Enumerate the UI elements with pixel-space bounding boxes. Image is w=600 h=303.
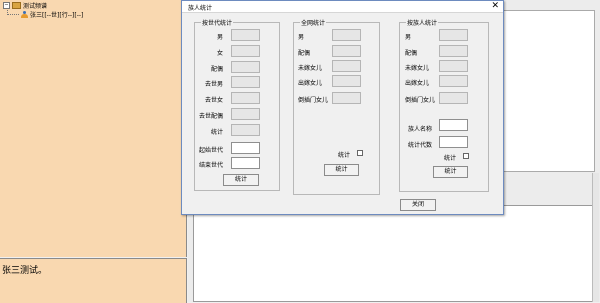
male-label: 男	[405, 34, 412, 41]
stat-check-label: 统计	[444, 155, 457, 162]
deceased-male-field	[231, 76, 260, 88]
generation-stat-button[interactable]: 统计	[223, 174, 259, 186]
male-count-field	[439, 29, 468, 41]
deceased-female-label: 去世女	[204, 97, 223, 104]
unmarried-daughter-label: 未嫁女儿	[298, 65, 323, 72]
start-gen-input[interactable]	[231, 142, 260, 154]
all-stats-group: 全网统计 男 配偶 未嫁女儿 出嫁女儿 倒插门女儿 统计 统计	[293, 18, 380, 195]
male-label: 男	[216, 34, 223, 41]
deceased-female-field	[231, 92, 260, 104]
notes-text: 张三测试。	[2, 266, 48, 276]
married-daughter-field	[332, 75, 361, 87]
notes-pane[interactable]: 张三测试。	[0, 258, 187, 303]
stat-checkbox[interactable]	[463, 153, 469, 159]
dialog-titlebar[interactable]: 族人统计 ✕	[182, 1, 503, 13]
group-title: 按族人统计	[406, 18, 439, 27]
person-name-input[interactable]	[439, 119, 468, 131]
detail-panel[interactable]	[498, 10, 595, 172]
female-count-field	[231, 45, 260, 57]
male-count-field	[231, 29, 260, 41]
spouse-count-field	[332, 45, 361, 57]
close-icon[interactable]: ✕	[491, 1, 499, 12]
person-stats-group: 按族人统计 男 配偶 未嫁女儿 出嫁女儿 倒插门女儿 族人名称 统计代数 统计 …	[399, 18, 489, 192]
person-icon	[21, 10, 28, 19]
total-label: 统计	[210, 129, 223, 136]
deceased-spouse-label: 去世配偶	[198, 113, 223, 120]
spouse-count-field	[231, 61, 260, 73]
married-daughter-label: 出嫁女儿	[405, 80, 430, 87]
adopted-daughter-label: 倒插门女儿	[405, 97, 436, 104]
male-count-field	[332, 29, 361, 41]
adopted-daughter-label: 倒插门女儿	[298, 97, 329, 104]
stats-dialog: 族人统计 ✕ 按世代统计 男 女 配偶 去世男 去世女 去世配偶 统计 起始世代…	[181, 0, 504, 215]
deceased-spouse-field	[231, 108, 260, 120]
end-gen-input[interactable]	[231, 157, 260, 169]
deceased-male-label: 去世男	[204, 81, 223, 88]
unmarried-daughter-field	[439, 60, 468, 72]
married-daughter-label: 出嫁女儿	[298, 80, 323, 87]
tree-pane[interactable]: − 测试频谱 张三[[--世][行--][--]	[0, 0, 187, 257]
all-stat-button[interactable]: 统计	[324, 164, 359, 176]
stat-checkbox[interactable]	[357, 150, 363, 156]
scrollbar[interactable]	[592, 173, 599, 302]
tree-child-item[interactable]: 张三[[--世][行--][--]	[21, 10, 83, 19]
total-field	[231, 124, 260, 136]
person-name-label: 族人名称	[408, 126, 433, 133]
male-label: 男	[298, 34, 305, 41]
group-title: 全网统计	[300, 18, 327, 27]
folder-icon	[12, 2, 21, 9]
person-stat-button[interactable]: 统计	[433, 166, 468, 178]
married-daughter-field	[439, 75, 468, 87]
content-panel[interactable]	[193, 205, 595, 302]
female-label: 女	[216, 50, 223, 57]
close-button[interactable]: 关闭	[400, 199, 436, 211]
stat-generations-label: 统计代数	[408, 142, 433, 149]
stat-generations-input[interactable]	[439, 136, 468, 148]
unmarried-daughter-field	[332, 60, 361, 72]
start-gen-label: 起始世代	[198, 147, 223, 154]
tree-root-item[interactable]: − 测试频谱	[3, 1, 47, 10]
spouse-label: 配偶	[405, 50, 418, 57]
adopted-daughter-field	[439, 92, 468, 104]
tree-connector	[7, 14, 19, 16]
generation-stats-group: 按世代统计 男 女 配偶 去世男 去世女 去世配偶 统计 起始世代 结束世代 统…	[194, 18, 280, 191]
group-title: 按世代统计	[201, 18, 234, 27]
adopted-daughter-field	[332, 92, 361, 104]
unmarried-daughter-label: 未嫁女儿	[405, 65, 430, 72]
dialog-title: 族人统计	[188, 5, 213, 12]
tree-root-label: 测试频谱	[23, 3, 48, 10]
stat-check-label: 统计	[338, 152, 351, 159]
end-gen-label: 结束世代	[198, 162, 223, 169]
spouse-label: 配偶	[210, 66, 223, 73]
spouse-count-field	[439, 45, 468, 57]
spouse-label: 配偶	[298, 50, 311, 57]
tree-child-label: 张三[[--世][行--][--]	[30, 12, 84, 19]
